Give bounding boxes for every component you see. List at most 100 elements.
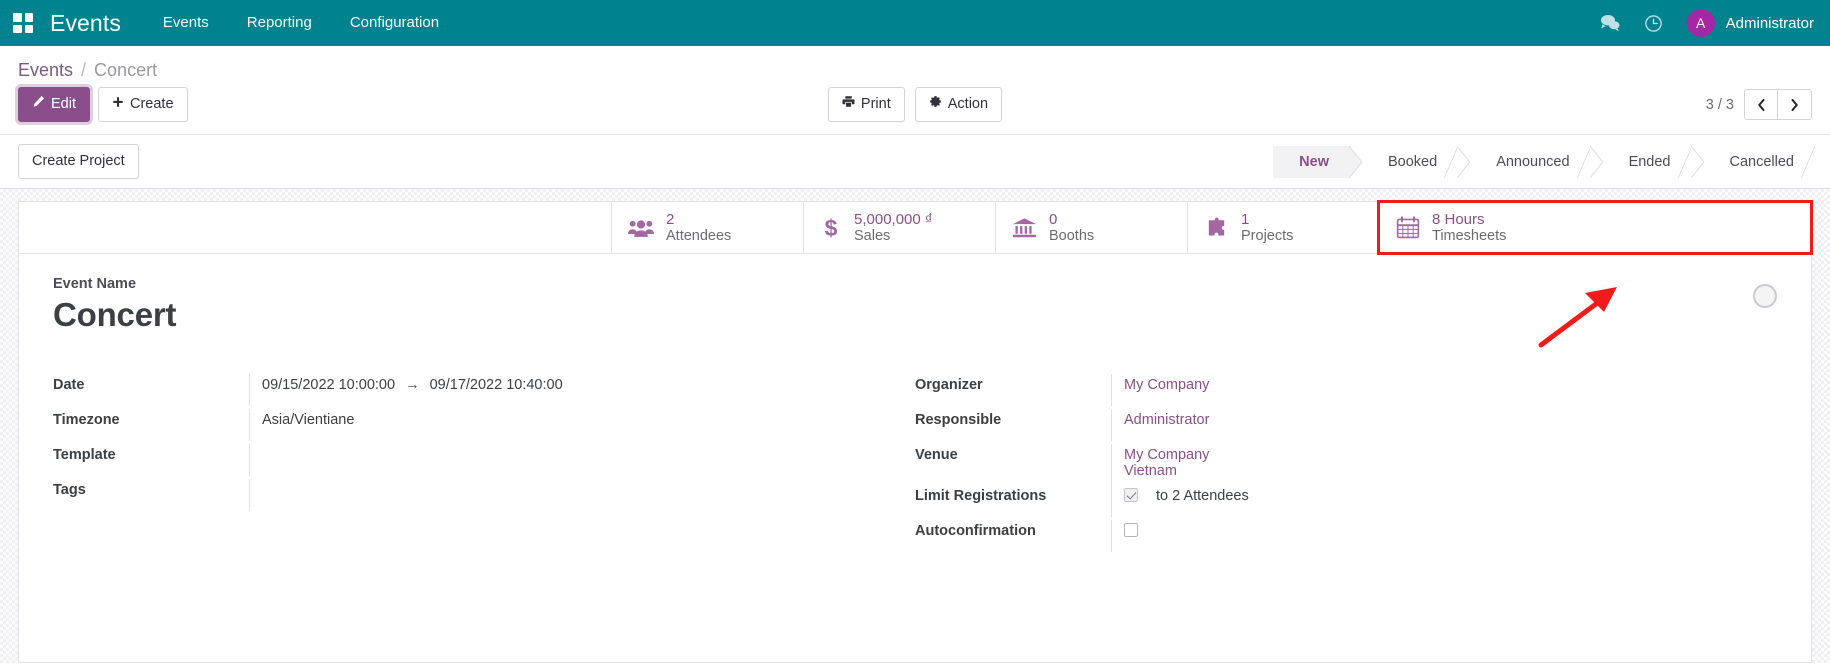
limit-registrations-text: to 2 Attendees [1156,488,1249,505]
field-template-label: Template [53,447,116,464]
pencil-icon [32,94,45,115]
status-step-cancelled-label: Cancelled [1729,153,1795,170]
smart-button-attendees[interactable]: 2 Attendees [611,202,803,254]
field-venue-label: Venue [915,447,958,464]
print-button[interactable]: Print [827,87,905,123]
status-step-new[interactable]: New [1273,145,1349,178]
booth-bank-icon [1012,217,1037,239]
project-puzzle-icon [1204,217,1229,239]
control-panel: Events / Concert Edit Create Print Actio… [0,46,1830,135]
field-limit-registrations-label: Limit Registrations [915,488,1047,505]
menu-item-reporting[interactable]: Reporting [247,0,312,46]
smart-button-attendees-value: 2 [666,210,675,228]
smart-button-projects-text: 1 Projects [1241,211,1293,245]
status-step-announced[interactable]: Announced [1470,145,1591,178]
page-title-block: Event Name Concert [53,276,1777,334]
avatar: A [1686,9,1715,37]
gear-icon [929,94,942,115]
create-button[interactable]: Create [98,87,188,123]
breadcrumb-separator: / [81,60,87,80]
breadcrumb-root[interactable]: Events [18,60,73,81]
field-autoconfirmation-label: Autoconfirmation [915,523,1036,540]
smart-button-projects[interactable]: 1 Projects [1187,202,1379,254]
event-cover-image-placeholder[interactable] [1753,284,1777,309]
status-step-ended-label: Ended [1628,153,1671,170]
field-template: Template [53,444,865,479]
field-timezone-label: Timezone [53,412,120,429]
main-menu: Events Reporting Configuration [163,0,439,46]
clock-activity-icon[interactable] [1644,14,1663,33]
smart-button-timesheets-text: 8 Hours Timesheets [1432,211,1506,245]
field-organizer: Organizer My Company [915,374,1727,409]
statusbar: New Booked Announced Ended Cancelled [1273,145,1815,178]
menu-item-events[interactable]: Events [163,0,209,46]
status-arrow-1 [1349,145,1362,178]
field-autoconfirmation-value [1111,520,1727,553]
form-sheet: 2 Attendees $ 5,000,000 ₫ Sales 0 Booths… [18,200,1813,664]
smart-button-projects-value: 1 [1241,210,1250,228]
smart-button-timesheets[interactable]: 8 Hours Timesheets [1377,200,1813,256]
status-step-new-label: New [1299,153,1329,170]
event-name-label: Event Name [53,276,137,293]
attendees-people-icon [628,218,654,238]
status-arrow-3 [1589,145,1603,178]
create-button-label: Create [130,96,174,112]
pager-count: 3 / 3 [1705,96,1734,113]
svg-text:$: $ [825,216,838,240]
breadcrumb-current: Concert [94,60,158,80]
field-tags-value[interactable] [249,479,865,512]
field-organizer-label: Organizer [915,377,983,394]
field-tags-label: Tags [53,482,86,499]
status-arrow-2 [1457,145,1471,178]
field-organizer-value[interactable]: My Company [1111,374,1727,407]
smart-button-booths-value: 0 [1049,210,1058,228]
field-date-end: 09/17/2022 10:40:00 [429,377,563,394]
chevron-left-icon [1757,98,1765,111]
smart-button-sales[interactable]: $ 5,000,000 ₫ Sales [803,202,995,254]
smart-button-spacer [19,202,611,253]
status-step-booked-label: Booked [1388,153,1438,170]
status-step-booked[interactable]: Booked [1362,145,1459,178]
create-project-button[interactable]: Create Project [18,144,139,180]
field-date-value[interactable]: 09/15/2022 10:00:00 → 09/17/2022 10:40:0… [249,374,865,407]
field-tags: Tags [53,479,865,514]
event-name-value: Concert [53,296,177,334]
field-responsible: Responsible Administrator [915,409,1727,444]
apps-grid-icon[interactable] [10,10,36,36]
edit-button-label: Edit [51,96,76,112]
form-status-bar: Create Project New Booked Announced Ende… [0,134,1830,189]
pager-previous-button[interactable] [1744,89,1778,120]
field-responsible-value[interactable]: Administrator [1111,409,1727,442]
smart-button-booths[interactable]: 0 Booths [995,202,1187,254]
field-limit-registrations: Limit Registrations to 2 Attendees [915,485,1727,520]
smart-button-booths-label: Booths [1049,227,1095,244]
smart-button-timesheets-value: 8 Hours [1432,210,1485,228]
field-timezone-value[interactable]: Asia/Vientiane [249,409,865,442]
autoconfirmation-checkbox[interactable] [1124,523,1138,538]
field-template-value[interactable] [249,444,865,477]
smart-button-box: 2 Attendees $ 5,000,000 ₫ Sales 0 Booths… [19,200,1813,256]
field-venue-value[interactable]: My Company Vietnam [1111,444,1727,486]
form-column-right: Organizer My Company Responsible Adminis… [915,374,1777,555]
field-venue-line2: Vietnam [1124,463,1177,480]
smart-button-sales-value: 5,000,000 ₫ [854,210,933,228]
field-limit-registrations-value: to 2 Attendees [1111,485,1727,518]
action-button[interactable]: Action [914,87,1003,123]
edit-button[interactable]: Edit [18,87,90,123]
field-venue: Venue My Company Vietnam [915,444,1727,486]
smart-button-booths-text: 0 Booths [1049,211,1094,245]
user-menu[interactable]: A Administrator [1686,9,1814,37]
limit-registrations-checkbox[interactable] [1124,488,1138,503]
messages-icon[interactable] [1600,14,1620,32]
smart-button-attendees-label: Attendees [666,227,732,244]
status-step-ended[interactable]: Ended [1602,145,1692,178]
form-column-left: Date 09/15/2022 10:00:00 → 09/17/2022 10… [53,374,915,555]
status-step-cancelled[interactable]: Cancelled [1703,145,1815,178]
status-arrow-4 [1690,145,1704,178]
app-brand-title[interactable]: Events [50,10,121,37]
smart-button-attendees-text: 2 Attendees [666,211,731,245]
smart-button-sales-text: 5,000,000 ₫ Sales [854,211,933,245]
pager-next-button[interactable] [1778,89,1812,120]
menu-item-configuration[interactable]: Configuration [350,0,439,46]
control-panel-buttons: Edit Create Print Action 3 / 3 [18,87,1812,134]
